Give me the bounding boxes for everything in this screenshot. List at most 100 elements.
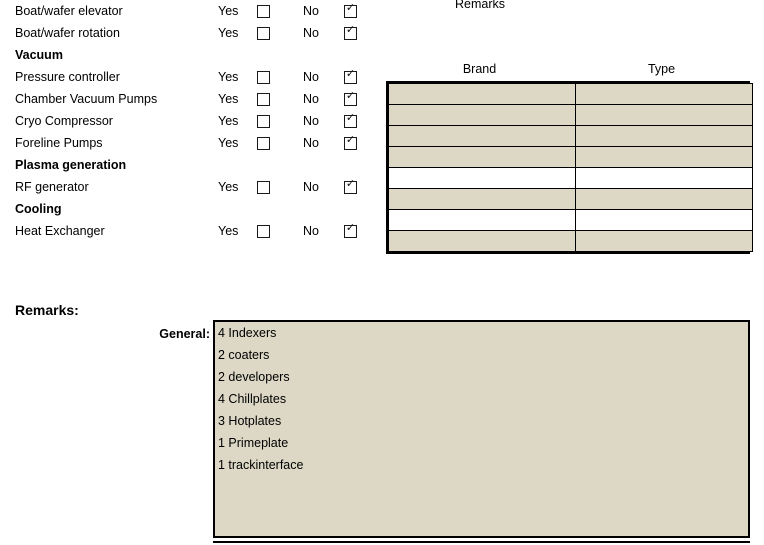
no-label: No xyxy=(303,224,319,238)
checklist-item-row: Boat/wafer rotation Yes No ✓ xyxy=(0,22,380,44)
yes-label: Yes xyxy=(218,136,239,150)
type-cell[interactable] xyxy=(575,125,753,147)
brand-cell[interactable] xyxy=(388,104,576,126)
checklist-section-label: Vacuum xyxy=(15,48,63,62)
checklist-item-row: Chamber Vacuum Pumps Yes No ✓ xyxy=(0,88,380,110)
brand-cell[interactable] xyxy=(388,209,576,231)
type-cell[interactable] xyxy=(575,209,753,231)
brand-type-table-header: Brand Type xyxy=(386,62,750,78)
checklist-section-row: Cooling xyxy=(0,198,380,220)
no-label: No xyxy=(303,70,319,84)
no-label: No xyxy=(303,114,319,128)
checklist-item-row: Heat Exchanger Yes No ✓ xyxy=(0,220,380,242)
yes-checkbox[interactable] xyxy=(257,93,270,106)
checkmark-icon: ✓ xyxy=(345,24,356,36)
yes-checkbox[interactable] xyxy=(257,71,270,84)
table-row xyxy=(388,230,753,252)
checklist-item-row: Pressure controller Yes No ✓ xyxy=(0,66,380,88)
general-remarks-line: 3 Hotplates xyxy=(218,414,282,428)
no-label: No xyxy=(303,136,319,150)
general-remarks-line: 1 Primeplate xyxy=(218,436,289,450)
brand-type-table xyxy=(386,81,753,254)
checklist-item-label: Heat Exchanger xyxy=(15,224,105,238)
table-row xyxy=(388,188,753,210)
general-remarks-line: 2 coaters xyxy=(218,348,270,362)
type-cell[interactable] xyxy=(575,104,753,126)
general-remarks-line: 4 Indexers xyxy=(218,326,277,340)
general-remarks-line: 4 Chillplates xyxy=(218,392,287,406)
type-cell[interactable] xyxy=(575,230,753,252)
checklist-item-row: Boat/wafer elevator Yes No ✓ xyxy=(0,0,380,22)
checklist-section-label: Cooling xyxy=(15,202,62,216)
yes-label: Yes xyxy=(218,114,239,128)
no-label: No xyxy=(303,4,319,18)
checkmark-icon: ✓ xyxy=(345,68,356,80)
yes-checkbox[interactable] xyxy=(257,181,270,194)
type-cell[interactable] xyxy=(575,146,753,168)
checkmark-icon: ✓ xyxy=(345,2,356,14)
no-checkbox[interactable]: ✓ xyxy=(344,134,357,150)
table-row xyxy=(388,167,753,189)
column-header-type: Type xyxy=(647,62,676,76)
brand-cell[interactable] xyxy=(388,83,576,105)
checkmark-icon: ✓ xyxy=(345,90,356,102)
general-remarks-textarea[interactable]: 4 Indexers 2 coaters 2 developers 4 Chillpl… xyxy=(213,320,750,538)
form-bottom-divider xyxy=(213,541,750,545)
general-remarks-line: 1 trackinterface xyxy=(218,458,304,472)
no-checkbox[interactable]: ✓ xyxy=(344,90,357,106)
yes-label: Yes xyxy=(218,92,239,106)
yes-checkbox[interactable] xyxy=(257,115,270,128)
checklist-item-label: Cryo Compressor xyxy=(15,114,113,128)
no-checkbox[interactable]: ✓ xyxy=(344,2,357,18)
no-checkbox[interactable]: ✓ xyxy=(344,112,357,128)
checkmark-icon: ✓ xyxy=(345,178,356,190)
yes-label: Yes xyxy=(218,180,239,194)
brand-type-table-grid xyxy=(388,83,753,252)
table-row xyxy=(388,104,753,126)
no-checkbox[interactable]: ✓ xyxy=(344,24,357,40)
brand-cell[interactable] xyxy=(388,230,576,252)
no-label: No xyxy=(303,92,319,106)
checklist-item-label: Pressure controller xyxy=(15,70,120,84)
checklist-section-label: Plasma generation xyxy=(15,158,127,172)
type-cell[interactable] xyxy=(575,167,753,189)
column-header-brand: Brand xyxy=(462,62,497,76)
brand-cell[interactable] xyxy=(388,167,576,189)
checklist-item-label: Chamber Vacuum Pumps xyxy=(15,92,158,106)
type-cell[interactable] xyxy=(575,83,753,105)
table-row xyxy=(388,209,753,231)
type-cell[interactable] xyxy=(575,188,753,210)
table-row xyxy=(388,125,753,147)
checklist-item-row: Foreline Pumps Yes No ✓ xyxy=(0,132,380,154)
yes-checkbox[interactable] xyxy=(257,5,270,18)
checklist-item-row: RF generator Yes No ✓ xyxy=(0,176,380,198)
checkmark-icon: ✓ xyxy=(345,112,356,124)
checkmark-icon: ✓ xyxy=(345,222,356,234)
general-remarks-line: 2 developers xyxy=(218,370,290,384)
yes-label: Yes xyxy=(218,4,239,18)
yes-label: Yes xyxy=(218,26,239,40)
brand-cell[interactable] xyxy=(388,125,576,147)
yes-checkbox[interactable] xyxy=(257,137,270,150)
checklist-item-label: Boat/wafer elevator xyxy=(15,4,123,18)
no-label: No xyxy=(303,26,319,40)
equipment-checklist: Boat/wafer elevator Yes No ✓ Boat/wafer rota… xyxy=(0,0,380,242)
remarks-section-title: Remarks: xyxy=(15,302,79,318)
table-row xyxy=(388,146,753,168)
checkmark-icon: ✓ xyxy=(345,134,356,146)
no-label: No xyxy=(303,180,319,194)
checklist-item-label: Foreline Pumps xyxy=(15,136,103,150)
remarks-column-caption: Remarks xyxy=(455,0,506,11)
yes-label: Yes xyxy=(218,70,239,84)
general-remarks-label: General: xyxy=(159,327,210,341)
no-checkbox[interactable]: ✓ xyxy=(344,178,357,194)
brand-cell[interactable] xyxy=(388,146,576,168)
brand-cell[interactable] xyxy=(388,188,576,210)
no-checkbox[interactable]: ✓ xyxy=(344,222,357,238)
yes-checkbox[interactable] xyxy=(257,27,270,40)
no-checkbox[interactable]: ✓ xyxy=(344,68,357,84)
yes-checkbox[interactable] xyxy=(257,225,270,238)
checklist-item-row: Cryo Compressor Yes No ✓ xyxy=(0,110,380,132)
checklist-section-row: Vacuum xyxy=(0,44,380,66)
checklist-section-row: Plasma generation xyxy=(0,154,380,176)
